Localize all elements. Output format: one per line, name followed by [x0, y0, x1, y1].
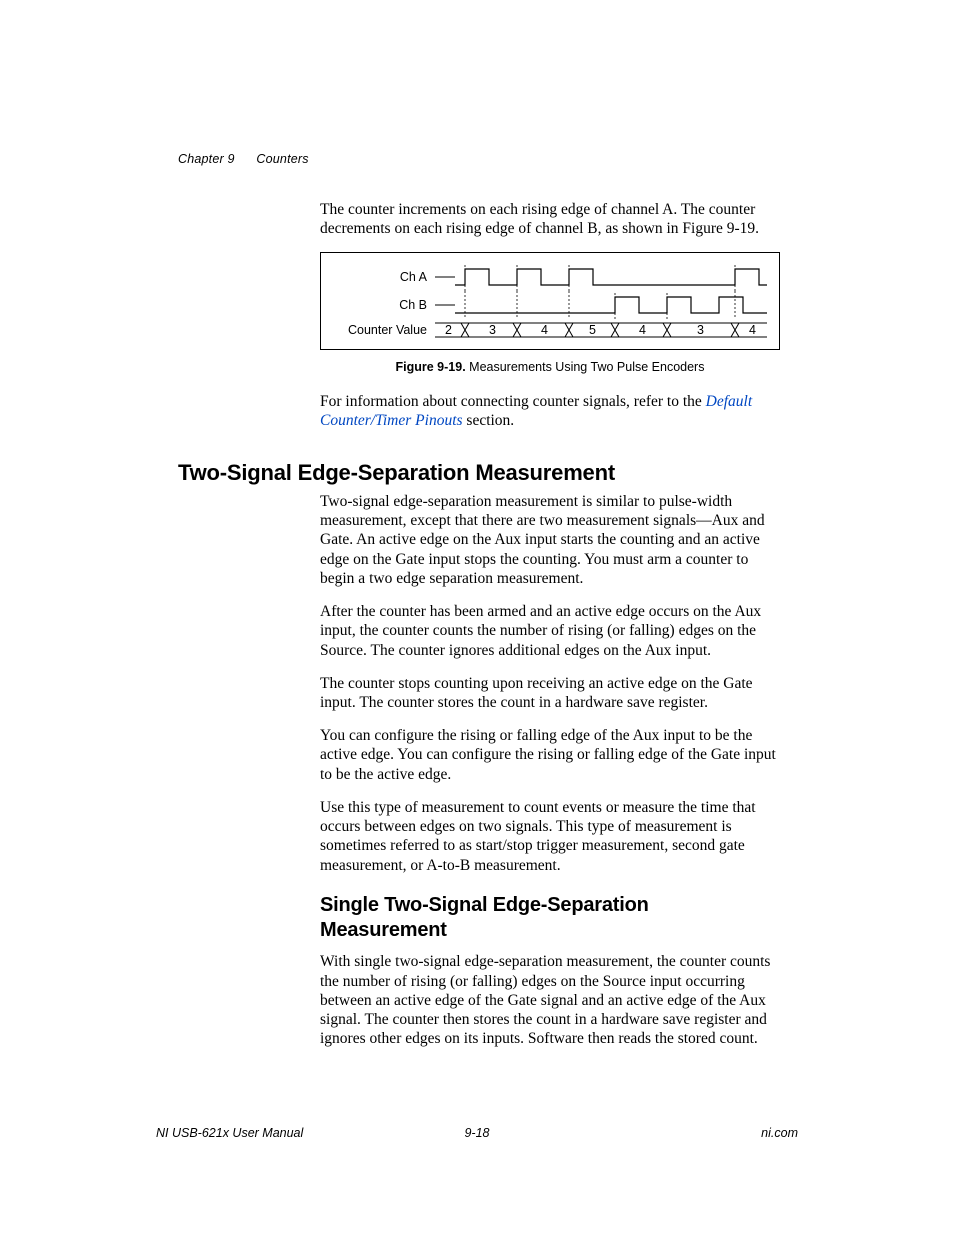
- info-post: section.: [463, 412, 515, 429]
- para-6: With single two-signal edge-separation m…: [320, 952, 780, 1048]
- para-4: You can configure the rising or falling …: [320, 726, 780, 784]
- heading-two-signal-edge-separation: Two-Signal Edge-Separation Measurement: [178, 460, 615, 486]
- figure-label-chB: Ch B: [333, 298, 435, 314]
- figure-row-chA: Ch A: [333, 263, 767, 291]
- counter-v1: 3: [489, 323, 496, 339]
- counter-v6: 4: [749, 323, 756, 339]
- counter-v5: 3: [697, 323, 704, 339]
- body-top: The counter increments on each rising ed…: [320, 200, 780, 444]
- info-pre: For information about connecting counter…: [320, 393, 706, 410]
- chapter-label: Chapter 9: [178, 152, 235, 166]
- para-3: The counter stops counting upon receivin…: [320, 674, 780, 712]
- figure-row-chB: Ch B: [333, 291, 767, 319]
- figure-caption-text: Measurements Using Two Pulse Encoders: [466, 360, 705, 374]
- para-5: Use this type of measurement to count ev…: [320, 798, 780, 875]
- para-1: Two-signal edge-separation measurement i…: [320, 492, 780, 588]
- para-2: After the counter has been armed and an …: [320, 602, 780, 660]
- figure-label-chA: Ch A: [333, 270, 435, 286]
- page-footer: NI USB-621x User Manual 9-18 ni.com: [156, 1126, 798, 1140]
- figure-caption: Figure 9-19. Measurements Using Two Puls…: [320, 360, 780, 376]
- heading-single-two-signal: Single Two-Signal Edge-Separation Measur…: [320, 893, 780, 943]
- figure-9-19: Ch A Ch B: [320, 252, 780, 350]
- figure-label-counter: Counter Value: [333, 323, 435, 339]
- body-main: Two-signal edge-separation measurement i…: [320, 492, 780, 1062]
- counter-v2: 4: [541, 323, 548, 339]
- footer-center: 9-18: [156, 1126, 798, 1140]
- waveform-chB: [435, 291, 767, 319]
- info-paragraph: For information about connecting counter…: [320, 392, 780, 430]
- running-header: Chapter 9 Counters: [178, 152, 309, 166]
- counter-values: 2 3 4 5 4 3 4: [435, 319, 767, 341]
- counter-v4: 4: [639, 323, 646, 339]
- figure-caption-bold: Figure 9-19.: [396, 360, 466, 374]
- counter-v3: 5: [589, 323, 596, 339]
- figure-row-counter: Counter Value: [333, 319, 767, 341]
- counter-v0: 2: [445, 323, 452, 339]
- waveform-chA: [435, 263, 767, 291]
- intro-paragraph: The counter increments on each rising ed…: [320, 200, 780, 238]
- page: Chapter 9 Counters The counter increment…: [0, 0, 954, 1235]
- section-label: Counters: [256, 152, 308, 166]
